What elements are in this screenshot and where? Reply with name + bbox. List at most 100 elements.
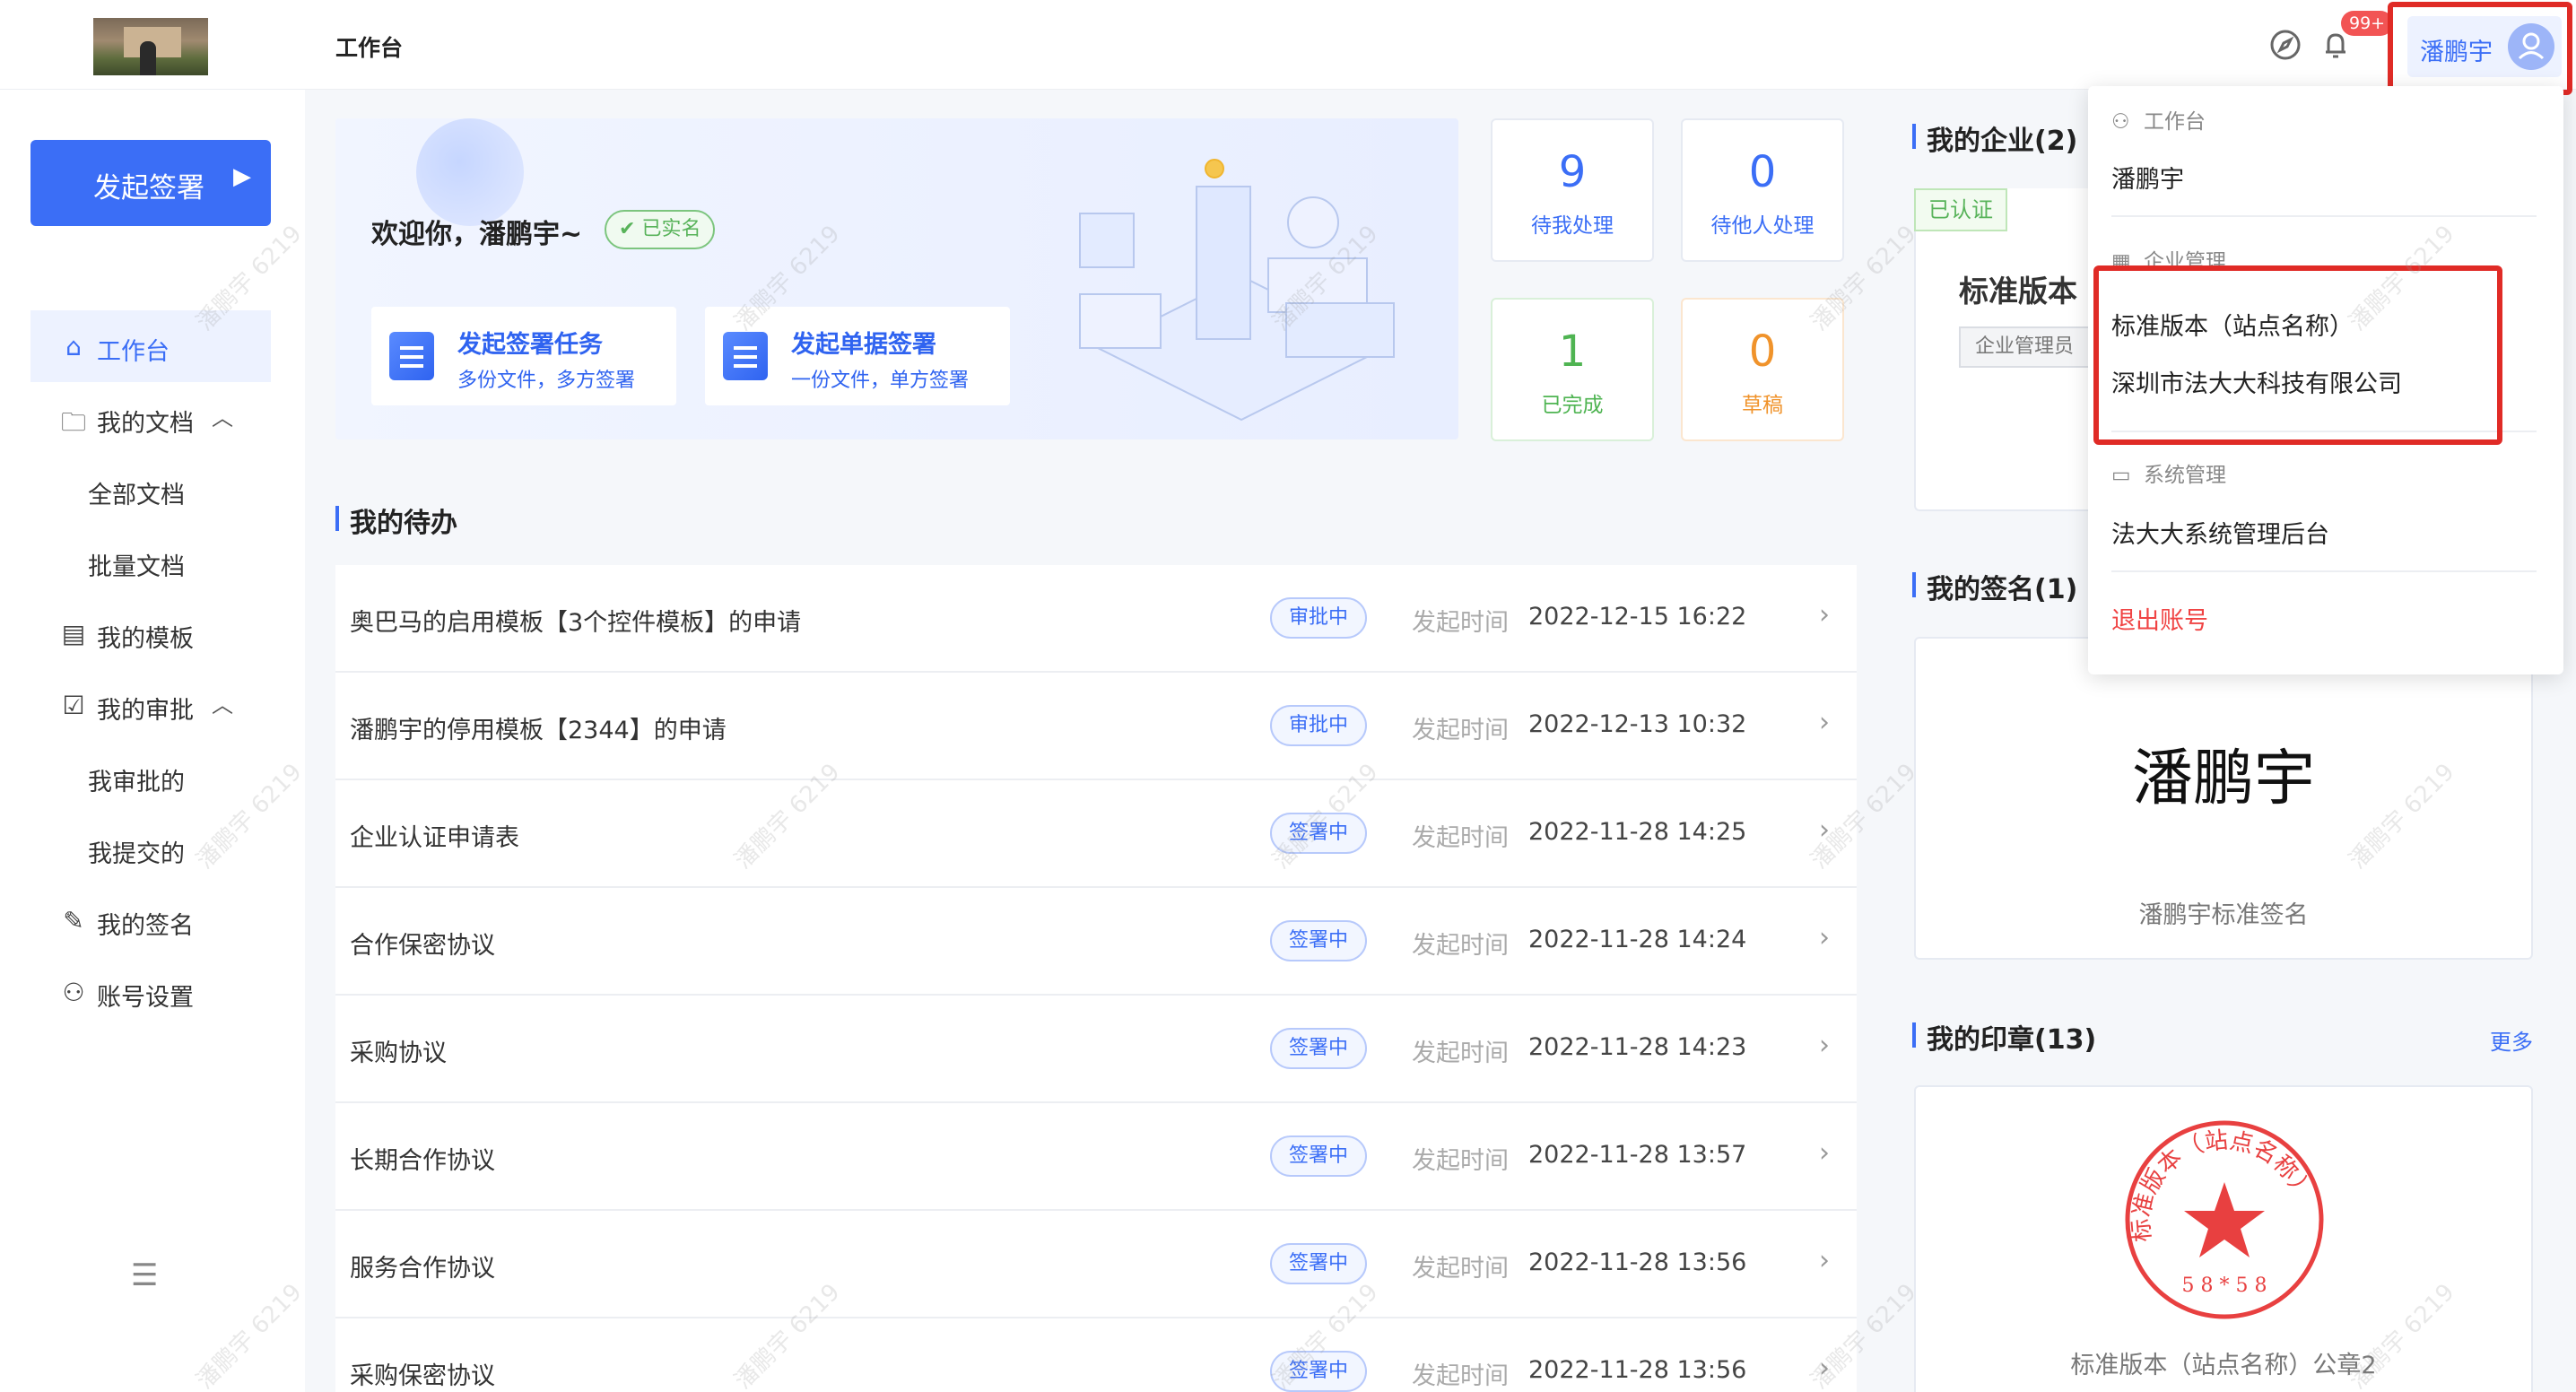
chevron-up-icon: ︿ (212, 692, 233, 718)
logout-button[interactable]: 退出账号 (2111, 601, 2208, 636)
seal-caption: 标准版本（站点名称）公章2 (2070, 1352, 2377, 1379)
dropdown-section-workbench: ⚇ 工作台 (2111, 104, 2206, 135)
sidebar-item-approved-by-me[interactable]: 我审批的 (30, 741, 271, 813)
todo-list: 奥巴马的启用模板【3个控件模板】的申请 审批中 发起时间 2022-12-15 … (335, 565, 1857, 1392)
action-title: 发起单据签署 (791, 331, 936, 359)
todo-row[interactable]: 潘鹏宇的停用模板【2344】的申请 审批中 发起时间 2022-12-13 10… (335, 673, 1857, 780)
welcome-text: 欢迎你，潘鹏宇~ (371, 219, 583, 250)
chevron-right-icon: › (1819, 1030, 1830, 1061)
illustration (1079, 159, 1395, 422)
dropdown-system-admin-item[interactable]: 法大大系统管理后台 (2111, 515, 2329, 550)
sidebar-item-my-documents[interactable]: 🗀 我的文档 ︿ (30, 382, 271, 454)
sidebar-item-account-settings[interactable]: ⚇ 账号设置 (30, 956, 271, 1028)
role-tag: 企业管理员 (1959, 326, 2091, 368)
stat-completed[interactable]: 1 已完成 (1491, 298, 1654, 441)
start-sign-label: 发起签署 (93, 172, 205, 204)
status-badge: 签署中 (1270, 1243, 1367, 1284)
sidebar-item-my-approvals[interactable]: ☑ 我的审批 ︿ (30, 669, 271, 741)
status-badge: 签署中 (1270, 813, 1367, 854)
status-badge: 签署中 (1270, 1135, 1367, 1177)
action-subtitle: 多份文件，多方签署 (457, 370, 636, 392)
user-icon: ⚇ (2111, 110, 2130, 134)
time-label: 发起时间 (1412, 1255, 1509, 1283)
todo-row[interactable]: 采购协议 签署中 发起时间 2022-11-28 14:23 › (335, 996, 1857, 1103)
logo[interactable] (93, 18, 208, 75)
todo-row[interactable]: 长期合作协议 签署中 发起时间 2022-11-28 13:57 › (335, 1103, 1857, 1211)
collapse-menu-icon[interactable]: ☰ (131, 1257, 158, 1293)
time-value: 2022-11-28 13:56 (1528, 1356, 1747, 1384)
seal-section-title: 我的印章(13) (1912, 1017, 2096, 1057)
divider (2111, 570, 2537, 572)
chevron-right-icon: › (1819, 1245, 1830, 1276)
todo-row[interactable]: 奥巴马的启用模板【3个控件模板】的申请 审批中 发起时间 2022-12-15 … (335, 565, 1857, 673)
sidebar-item-submitted-by-me[interactable]: 我提交的 (30, 813, 271, 884)
sidebar-item-label: 账号设置 (97, 984, 194, 1012)
start-multi-sign-card[interactable]: 发起签署任务 多份文件，多方签署 (371, 307, 676, 405)
caret-right-icon: ▶ (233, 163, 251, 190)
chevron-right-icon: › (1819, 707, 1830, 738)
multi-document-icon (389, 332, 434, 380)
stat-drafts[interactable]: 0 草稿 (1681, 298, 1844, 441)
highlight-user-button (2388, 2, 2572, 95)
approval-icon: ☑ (62, 691, 85, 720)
verified-icon: ✔ (619, 218, 636, 240)
time-label: 发起时间 (1412, 932, 1509, 960)
verified-badge: ✔ 已实名 (605, 210, 716, 249)
todo-row[interactable]: 企业认证申请表 签署中 发起时间 2022-11-28 14:25 › (335, 780, 1857, 888)
time-label: 发起时间 (1412, 1362, 1509, 1390)
status-badge: 签署中 (1270, 1351, 1367, 1392)
stat-value: 0 (1748, 326, 1777, 377)
time-value: 2022-11-28 14:25 (1528, 818, 1747, 846)
status-badge: 审批中 (1270, 705, 1367, 746)
compass-icon[interactable] (2267, 27, 2303, 63)
seal-code: 5 8 * 5 8 (2182, 1275, 2267, 1297)
status-badge: 签署中 (1270, 1028, 1367, 1069)
chevron-right-icon: › (1819, 922, 1830, 953)
status-badge: 签署中 (1270, 920, 1367, 961)
start-sign-button[interactable]: 发起签署 ▶ (30, 140, 271, 226)
time-label: 发起时间 (1412, 1040, 1509, 1067)
sidebar-item-batch-documents[interactable]: 批量文档 (30, 526, 271, 597)
dropdown-user-name[interactable]: 潘鹏宇 (2111, 160, 2184, 195)
todo-name: 服务合作协议 (350, 1255, 495, 1283)
sidebar-item-my-templates[interactable]: ▤ 我的模板 (30, 597, 271, 669)
action-title: 发起签署任务 (457, 331, 603, 359)
chevron-right-icon: › (1819, 1137, 1830, 1169)
stat-pending-others[interactable]: 0 待他人处理 (1681, 118, 1844, 262)
sidebar-item-workbench[interactable]: ⌂ 工作台 (30, 310, 271, 382)
sidebar-item-label: 我的模板 (97, 625, 194, 653)
todo-row[interactable]: 合作保密协议 签署中 发起时间 2022-11-28 14:24 › (335, 888, 1857, 996)
home-icon: ⌂ (65, 332, 82, 361)
time-label: 发起时间 (1412, 717, 1509, 744)
time-label: 发起时间 (1412, 609, 1509, 637)
todo-name: 合作保密协议 (350, 932, 495, 960)
more-link[interactable]: 更多 (2490, 1024, 2533, 1056)
sidebar-item-all-documents[interactable]: 全部文档 (30, 454, 271, 526)
stat-label: 待我处理 (1531, 214, 1614, 238)
stat-value: 0 (1748, 147, 1777, 197)
todo-section-title: 我的待办 (335, 500, 457, 540)
todo-row[interactable]: 服务合作协议 签署中 发起时间 2022-11-28 13:56 › (335, 1211, 1857, 1318)
chevron-right-icon: › (1819, 1353, 1830, 1384)
start-single-sign-card[interactable]: 发起单据签署 一份文件，单方签署 (705, 307, 1010, 405)
sidebar-item-label: 我审批的 (88, 769, 185, 796)
sidebar-item-my-signature[interactable]: ✎ 我的签名 (30, 884, 271, 956)
action-subtitle: 一份文件，单方签署 (791, 370, 970, 392)
dropdown-section-system: ▭ 系统管理 (2111, 457, 2226, 488)
stat-pending-me[interactable]: 9 待我处理 (1491, 118, 1654, 262)
sidebar-item-label: 工作台 (97, 338, 170, 366)
todo-name: 长期合作协议 (350, 1147, 495, 1175)
todo-row[interactable]: 采购保密协议 签署中 发起时间 2022-11-28 13:56 › (335, 1318, 1857, 1392)
stat-label: 已完成 (1541, 394, 1604, 417)
enterprise-name: 标准版本 (1959, 274, 2077, 309)
chevron-up-icon: ︿ (212, 405, 233, 431)
divider (2111, 215, 2537, 217)
time-value: 2022-12-13 10:32 (1528, 710, 1747, 738)
sidebar-item-label: 全部文档 (88, 482, 185, 509)
welcome-banner: 欢迎你，潘鹏宇~ ✔ 已实名 发起签署任务 多份文件，多方签署 发起单据签署 一… (335, 118, 1458, 439)
top-bar: 工作台 99+ 潘鹏宇 (0, 0, 2576, 90)
single-document-icon (723, 332, 768, 380)
highlight-enterprise-list (2093, 265, 2502, 445)
enterprise-section-title: 我的企业(2) (1912, 118, 2077, 158)
notification-badge: 99+ (2341, 11, 2394, 36)
